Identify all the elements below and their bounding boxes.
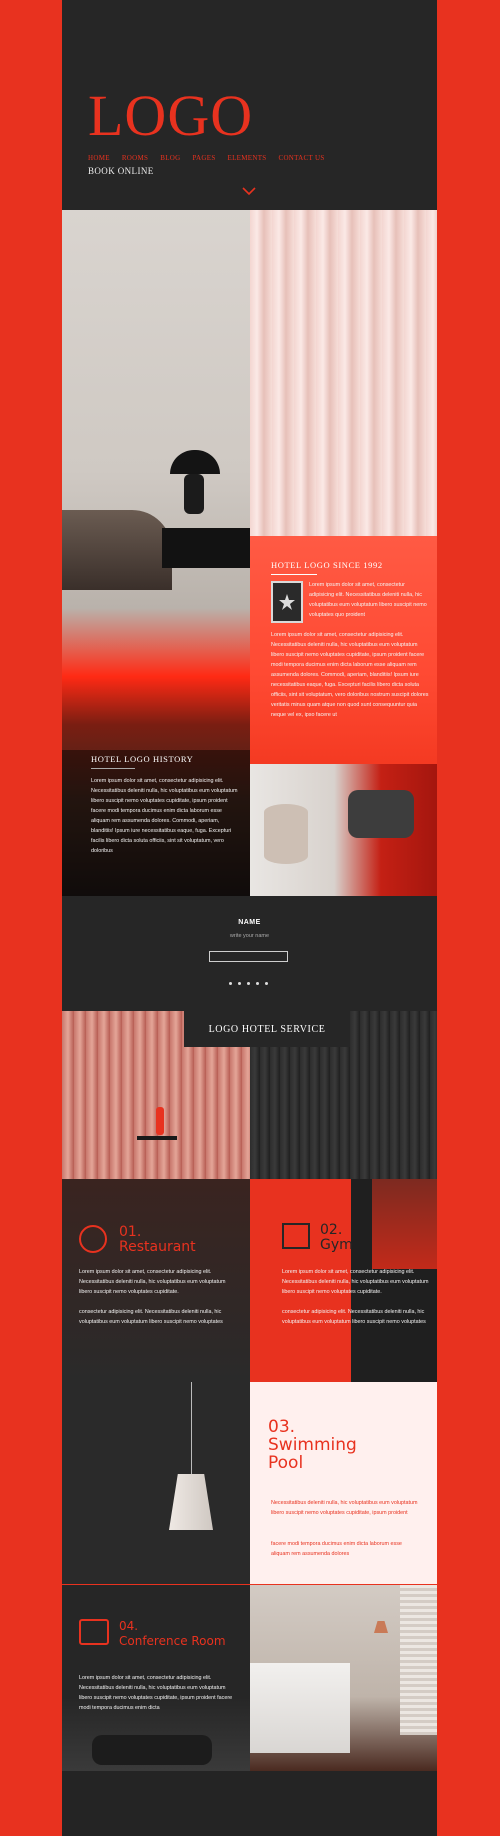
since-text-long: Lorem ipsum dolor sit amet, consectetur … [271, 632, 429, 718]
name-form-section: NAME write your name [62, 896, 437, 1011]
history-title: HOTEL LOGO HISTORY [91, 754, 194, 764]
pendant-lamp-photo [62, 1382, 250, 1584]
nightstand-shape [162, 528, 250, 568]
service-pool: 03. Swimming Pool Necessitatibus delenit… [250, 1382, 437, 1584]
lamp-shade-shape [170, 450, 220, 474]
service-number: 02. [320, 1222, 343, 1238]
gym-text-1: Lorem ipsum dolor sit amet, consectetur … [282, 1269, 429, 1295]
gym-icon [282, 1223, 310, 1249]
pool-text-1: Necessitatibus deleniti nulla, hic volup… [271, 1500, 418, 1516]
bedroom-photo: HOTEL LOGO HISTORY Lorem ipsum dolor sit… [62, 210, 250, 896]
bedroom-photo-2 [250, 1585, 437, 1771]
divider [271, 574, 317, 575]
bed-shape [62, 510, 172, 590]
nav-item-elements[interactable]: ELEMENTS [228, 154, 267, 162]
curtain-photo [250, 210, 437, 536]
slider-dots[interactable] [229, 982, 268, 985]
side-table-shape [137, 1136, 177, 1179]
since-panel: HOTEL LOGO SINCE 1992 Lorem ipsum dolor … [250, 536, 437, 764]
site-logo[interactable]: LOGO [88, 82, 253, 149]
page-canvas: LOGO HOME ROOMS BLOG PAGES ELEMENTS CONT… [62, 0, 437, 1836]
nav-item-pages[interactable]: PAGES [192, 154, 215, 162]
vase-shape [156, 1107, 164, 1135]
ottoman-shape [264, 804, 308, 864]
service-name: Gym [320, 1237, 353, 1253]
window-blinds-shape [400, 1585, 437, 1735]
gym-photo-strip [372, 1179, 437, 1269]
restaurant-heading: 01. Restaurant [119, 1225, 196, 1255]
restaurant-text-2: consectetur adipisicing elit. Necessitat… [79, 1309, 223, 1325]
cutlery-icon [79, 1225, 107, 1253]
conference-heading: 04. Conference Room [119, 1619, 226, 1649]
service-name: Conference Room [119, 1634, 226, 1648]
history-text: Lorem ipsum dolor sit amet, consectetur … [91, 778, 238, 854]
gym-heading: 02. Gym [320, 1223, 353, 1253]
service-conference: 04. Conference Room Lorem ipsum dolor si… [62, 1585, 250, 1771]
service-number: 01. [119, 1224, 142, 1240]
chair-photo [250, 764, 437, 896]
service-name: Restaurant [119, 1239, 196, 1255]
nav-item-blog[interactable]: BLOG [160, 154, 180, 162]
name-placeholder-text: write your name [229, 933, 270, 939]
lamp-base-shape [184, 474, 204, 514]
pool-heading: 03. Swimming Pool [268, 1418, 357, 1472]
pool-text-2: facere modi tempora ducimus enim dicta l… [271, 1541, 402, 1557]
chevron-down-icon[interactable] [242, 186, 256, 196]
armchair-shape [348, 790, 414, 838]
service-name-line-1: Swimming [268, 1435, 357, 1455]
nav-item-home[interactable]: HOME [88, 154, 110, 162]
pendant-lamp-shape [169, 1474, 213, 1530]
gym-text-2: consectetur adipisicing elit. Necessitat… [282, 1309, 426, 1325]
conference-icon [79, 1619, 109, 1645]
star-icon [279, 594, 295, 610]
service-name-line-2: Pool [268, 1453, 304, 1473]
service-number: 03. [268, 1417, 296, 1437]
bed-shape [250, 1663, 350, 1753]
service-restaurant: 01. Restaurant Lorem ipsum dolor sit ame… [62, 1179, 250, 1382]
restaurant-text-1: Lorem ipsum dolor sit amet, consectetur … [79, 1269, 226, 1295]
book-online-link[interactable]: BOOK ONLINE [88, 166, 154, 176]
lounge-chair-shape [92, 1735, 212, 1765]
divider [91, 768, 135, 769]
name-label: NAME [238, 919, 261, 926]
main-nav: HOME ROOMS BLOG PAGES ELEMENTS CONTACT U… [88, 154, 325, 162]
since-text-short: Lorem ipsum dolor sit amet, consectetur … [309, 582, 427, 618]
service-title-tab: LOGO HOTEL SERVICE [184, 1011, 350, 1047]
name-input[interactable] [209, 951, 288, 962]
nav-item-rooms[interactable]: ROOMS [122, 154, 148, 162]
lamp-cord [191, 1382, 192, 1474]
since-title: HOTEL LOGO SINCE 1992 [271, 560, 383, 570]
service-gym: 02. Gym Lorem ipsum dolor sit amet, cons… [250, 1179, 437, 1382]
award-frame-icon [271, 581, 303, 623]
nav-item-contact-us[interactable]: CONTACT US [278, 154, 324, 162]
service-number: 04. [119, 1619, 139, 1633]
site-header: LOGO HOME ROOMS BLOG PAGES ELEMENTS CONT… [62, 0, 437, 210]
service-title: LOGO HOTEL SERVICE [208, 1024, 326, 1035]
conference-text: Lorem ipsum dolor sit amet, consectetur … [79, 1675, 233, 1711]
table-lamp-shape [374, 1621, 388, 1633]
